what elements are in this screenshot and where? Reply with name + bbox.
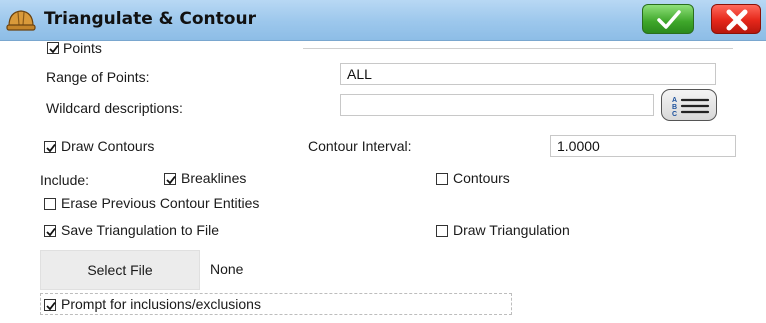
range-of-points-input[interactable]: ALL	[340, 63, 716, 85]
checkmark-icon	[46, 301, 56, 311]
close-x-icon	[726, 9, 748, 31]
svg-text:C: C	[672, 111, 677, 118]
prompt-inclusions-checkbox[interactable]	[44, 299, 56, 311]
cancel-button[interactable]	[711, 4, 761, 34]
ok-button[interactable]	[642, 4, 694, 34]
save-triangulation-label: Save Triangulation to File	[61, 222, 219, 238]
draw-triangulation-checkbox[interactable]	[436, 225, 448, 237]
breaklines-checkbox[interactable]	[164, 173, 176, 185]
group-divider	[303, 48, 733, 49]
checkmark-icon	[46, 143, 56, 153]
erase-previous-checkbox[interactable]	[44, 198, 56, 210]
svg-text:B: B	[672, 104, 677, 111]
save-triangulation-checkbox[interactable]	[44, 225, 56, 237]
checkmark-icon	[166, 175, 176, 185]
title-bar: Triangulate & Contour	[0, 0, 766, 41]
draw-contours-checkbox[interactable]	[44, 141, 56, 153]
checkmark-icon	[657, 10, 681, 29]
wildcard-descriptions-label: Wildcard descriptions:	[46, 100, 183, 116]
breaklines-label: Breaklines	[181, 170, 247, 186]
contour-interval-label: Contour Interval:	[308, 138, 412, 154]
svg-text:A: A	[672, 97, 677, 104]
range-of-points-label: Range of Points:	[46, 69, 150, 85]
selected-file-name: None	[210, 261, 244, 277]
abc-list-icon: A B C	[672, 97, 710, 118]
draw-contours-label: Draw Contours	[61, 138, 155, 154]
checkmark-icon	[49, 44, 59, 54]
draw-triangulation-label: Draw Triangulation	[453, 222, 570, 238]
checkmark-icon	[46, 227, 56, 237]
wildcard-descriptions-input[interactable]	[340, 94, 654, 116]
select-file-button[interactable]: Select File	[40, 250, 200, 290]
contours-checkbox[interactable]	[436, 173, 448, 185]
hardhat-icon	[6, 10, 36, 31]
prompt-inclusions-label: Prompt for inclusions/exclusions	[61, 296, 261, 312]
include-label: Include:	[40, 172, 90, 188]
description-list-button[interactable]: A B C	[661, 89, 717, 121]
points-checkbox[interactable]	[47, 42, 59, 54]
erase-previous-label: Erase Previous Contour Entities	[61, 195, 260, 211]
points-label: Points	[63, 40, 102, 56]
window-title: Triangulate & Contour	[44, 9, 256, 29]
contour-interval-input[interactable]: 1.0000	[550, 135, 736, 157]
contours-label: Contours	[453, 170, 510, 186]
